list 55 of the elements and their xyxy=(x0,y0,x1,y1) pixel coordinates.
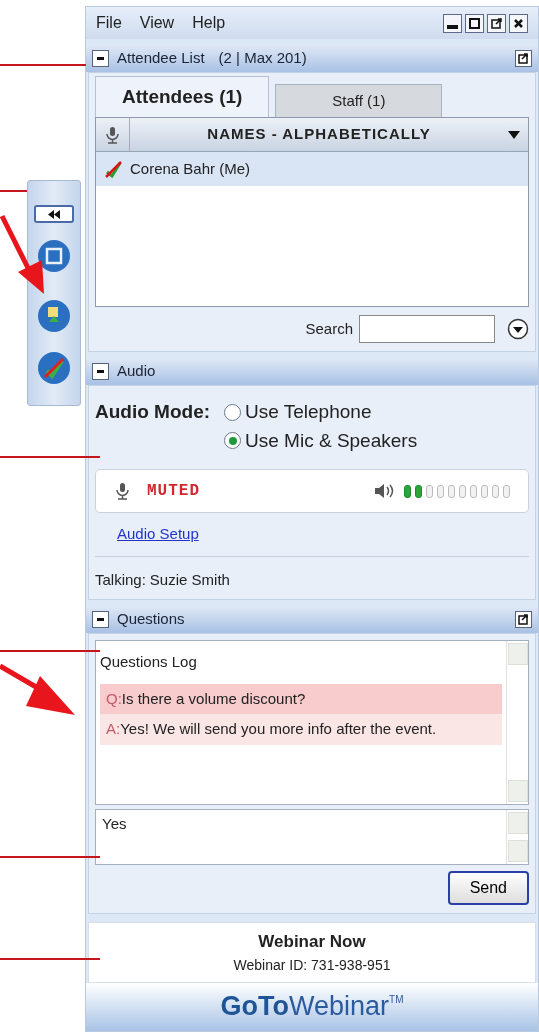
attendee-count: (2 | Max 201) xyxy=(218,48,307,69)
search-label: Search xyxy=(305,318,353,339)
attendee-row[interactable]: Corena Bahr (Me) xyxy=(96,152,528,186)
radio-option[interactable]: Use Mic & Speakers xyxy=(224,426,418,455)
menu-item[interactable]: File xyxy=(96,11,122,35)
undock-button[interactable] xyxy=(515,50,532,67)
search-field[interactable] xyxy=(359,315,495,343)
entry-prefix: A: xyxy=(106,719,121,739)
microphone-icon xyxy=(104,125,121,144)
dropdown-arrow-icon xyxy=(508,130,520,139)
tab[interactable]: Attendees (1) xyxy=(95,75,270,117)
double-left-icon xyxy=(47,209,61,219)
menu-item[interactable]: Help xyxy=(192,11,226,35)
tab[interactable]: Staff (1) xyxy=(275,83,443,117)
undock-icon xyxy=(517,613,530,626)
entry-prefix: Q: xyxy=(106,688,122,709)
minimize-icon xyxy=(447,24,458,29)
collapse-button[interactable] xyxy=(92,50,109,67)
scrollbar[interactable] xyxy=(506,641,528,804)
panel-title: Audio xyxy=(117,361,156,382)
menu-item[interactable]: View xyxy=(139,11,175,35)
muted-mic-icon[interactable] xyxy=(37,351,71,385)
minimize-button[interactable] xyxy=(443,13,462,33)
popout-icon xyxy=(489,15,504,31)
audio-mode-label: Audio Mode: xyxy=(95,400,211,424)
maximize-icon xyxy=(467,15,482,31)
muted-status: MUTED xyxy=(147,481,200,502)
undock-button[interactable] xyxy=(515,611,532,628)
speaker-icon xyxy=(374,483,394,499)
input-text: Yes xyxy=(101,814,128,834)
entry-text: Is there a volume discount? xyxy=(121,688,306,709)
panel-title: Attendee List xyxy=(117,48,205,69)
window-icon[interactable] xyxy=(37,239,71,273)
radio-option[interactable]: Use Telephone xyxy=(224,398,418,427)
microphone-icon xyxy=(114,482,131,500)
collapse-button[interactable] xyxy=(92,363,109,380)
attendee-name: Corena Bahr (Me) xyxy=(130,158,251,179)
collapse-button[interactable] xyxy=(34,205,74,223)
audio-setup-link[interactable]: Audio Setup xyxy=(117,523,199,546)
talking-name: Suzie Smith xyxy=(149,569,230,590)
panel-title: Questions xyxy=(117,609,185,630)
webinar-title: Webinar Now xyxy=(257,931,367,953)
collapse-button[interactable] xyxy=(92,611,109,628)
talking-label: Talking: xyxy=(95,569,146,590)
raise-hand-icon[interactable] xyxy=(37,299,71,333)
undock-icon xyxy=(517,52,530,65)
close-button[interactable] xyxy=(509,13,528,33)
webinar-id: Webinar ID: 731-938-951 xyxy=(232,955,392,975)
popout-button[interactable] xyxy=(487,13,506,33)
log-title: Questions Log xyxy=(100,652,198,672)
send-button[interactable]: Send xyxy=(447,871,529,905)
question-input[interactable]: Yes xyxy=(95,809,529,865)
maximize-button[interactable] xyxy=(465,13,484,33)
dropdown-circle-icon[interactable] xyxy=(507,318,529,340)
entry-text: Yes! We will send you more info after the event. xyxy=(120,719,437,739)
